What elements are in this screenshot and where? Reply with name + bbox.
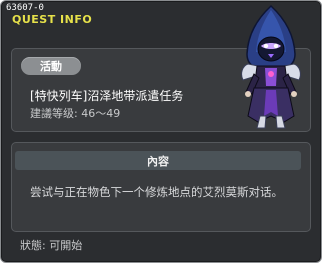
quest-status: 狀態: 可開始	[20, 239, 83, 252]
quest-info-title: QUEST INFO	[12, 13, 93, 26]
recommended-level: 建議等级: 46～49	[30, 107, 121, 120]
content-description: 尝试与正在物色下一个修炼地点的艾烈莫斯对话。	[30, 185, 283, 199]
quest-category-tag: 活動	[21, 57, 81, 75]
content-header: 內容	[15, 151, 301, 170]
quest-info-window: 63607-0 QUEST INFO 活動 [特快列车]沼泽地带派遣任务 建議等…	[0, 0, 322, 263]
quest-id: 63607-0	[6, 3, 44, 13]
npc-portrait-icon	[241, 4, 301, 129]
quest-title: [特快列车]沼泽地带派遣任务	[30, 89, 184, 103]
